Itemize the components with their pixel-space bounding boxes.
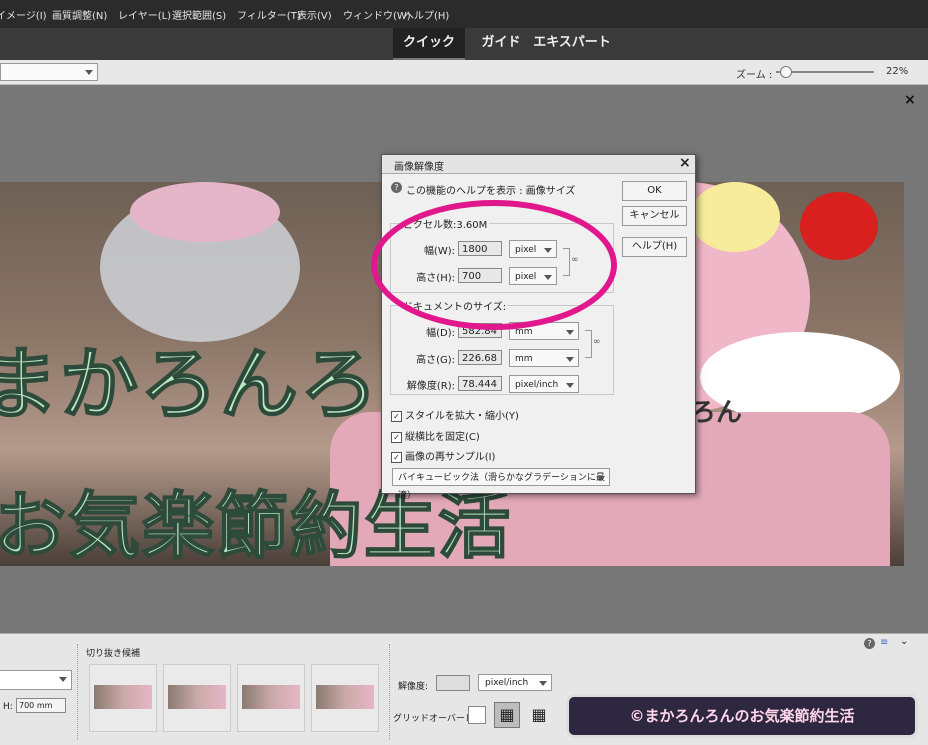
doc-height-field[interactable]: 226.68	[458, 350, 502, 365]
resample-label: 画像の再サンプル(I)	[405, 452, 496, 463]
close-icon[interactable]: ×	[904, 92, 916, 108]
crop-suggestions-label: 切り抜き候補	[86, 649, 141, 659]
thumbnail-image	[94, 685, 152, 709]
close-icon[interactable]: ×	[679, 155, 691, 171]
constrain-label: 縦横比を固定(C)	[405, 432, 480, 443]
resolution-field[interactable]	[436, 675, 470, 691]
resolution-label: 解像度:	[398, 682, 429, 692]
thumbnail-image	[168, 685, 226, 709]
checkbox-checked-icon: ✓	[391, 431, 402, 443]
divider	[77, 644, 79, 740]
preset-select[interactable]	[0, 670, 72, 690]
help-link[interactable]: この機能のヘルプを表示 : 画像サイズ	[406, 182, 575, 197]
ladybug-icon	[800, 192, 878, 260]
chevron-down-icon[interactable]: ⌄	[900, 636, 908, 647]
checkbox-checked-icon: ✓	[391, 451, 402, 463]
menu-filter[interactable]: フィルター(T)	[237, 7, 301, 22]
menu-select[interactable]: 選択範囲(S)	[172, 7, 226, 22]
resolution-unit-value: pixel/inch	[515, 380, 559, 390]
divider	[389, 644, 391, 740]
doc-height-unit-select[interactable]: mm	[509, 349, 579, 367]
help-circle-icon: ?	[391, 182, 402, 193]
zoom-slider-thumb[interactable]	[780, 66, 793, 78]
chain-link-icon: ∞	[593, 337, 601, 347]
scale-styles-checkbox[interactable]: ✓ スタイルを拡大・縮小(Y)	[391, 407, 519, 422]
chevron-down-icon	[539, 681, 547, 686]
chevron-down-icon	[59, 677, 67, 682]
constrain-proportions-checkbox[interactable]: ✓ 縦横比を固定(C)	[391, 428, 480, 443]
menu-layer[interactable]: レイヤー(L)	[118, 7, 171, 22]
list-options-icon[interactable]: ≡	[880, 637, 888, 648]
chevron-down-icon	[85, 70, 93, 75]
menu-window[interactable]: ウィンドウ(W)	[343, 7, 411, 22]
chevron-down-icon	[566, 330, 574, 335]
thumbnail-image	[316, 685, 374, 709]
tab-guided[interactable]: ガイド	[473, 28, 529, 58]
menu-view[interactable]: 表示(V)	[297, 7, 332, 22]
grid-fine-icon[interactable]: ▦	[530, 706, 548, 724]
cancel-button[interactable]: キャンセル	[622, 206, 687, 226]
grid-none-button[interactable]	[468, 706, 486, 724]
doc-height-label: 高さ(G):	[416, 355, 455, 366]
dialog-title: 画像解像度	[394, 162, 444, 173]
cupcake-top-shape	[130, 182, 280, 242]
grid-thirds-icon[interactable]: ▦	[494, 702, 520, 728]
resolution-unit-select[interactable]: pixel/inch	[509, 375, 579, 393]
options-bar: ズーム : 22%	[0, 60, 928, 85]
chevron-down-icon	[566, 357, 574, 362]
menu-adjust[interactable]: 画質調整(N)	[52, 7, 107, 22]
doc-width-label: 幅(D):	[426, 328, 455, 339]
chevron-down-icon	[597, 476, 605, 481]
chevron-down-icon	[566, 383, 574, 388]
crop-thumbnail-1[interactable]	[89, 664, 157, 732]
zoom-slider[interactable]	[776, 66, 874, 78]
mode-bar: クイック ガイド エキスパート	[0, 28, 928, 60]
resample-checkbox[interactable]: ✓ 画像の再サンプル(I)	[391, 448, 495, 463]
tab-quick[interactable]: クイック	[393, 28, 465, 60]
tab-expert[interactable]: エキスパート	[533, 28, 611, 58]
doc-height-unit-value: mm	[515, 354, 533, 364]
resolution-unit-select[interactable]: pixel/inch	[478, 674, 552, 691]
sticker-text: ろん	[690, 398, 743, 428]
menu-image[interactable]: イメージ(I)	[0, 7, 47, 22]
dialog-titlebar[interactable]: 画像解像度 ×	[382, 155, 695, 174]
zoom-value: 22%	[886, 66, 909, 77]
zoom-label: ズーム :	[736, 70, 773, 81]
crop-thumbnail-2[interactable]	[163, 664, 231, 732]
h-field[interactable]: 700 mm	[16, 698, 66, 713]
preset-dropdown[interactable]	[0, 63, 98, 81]
link-bracket	[585, 330, 592, 358]
menu-bar: イメージ(I) 画質調整(N) レイヤー(L) 選択範囲(S) フィルター(T)…	[0, 0, 928, 28]
resolution-field[interactable]: 78.444	[458, 376, 502, 391]
menu-help[interactable]: ヘルプ(H)	[404, 7, 449, 22]
crop-thumbnail-3[interactable]	[237, 664, 305, 732]
scale-styles-label: スタイルを拡大・縮小(Y)	[405, 411, 519, 422]
help-circle-icon[interactable]: ?	[864, 638, 875, 649]
help-button[interactable]: ヘルプ(H)	[622, 237, 687, 257]
resolution-unit-value: pixel/inch	[485, 678, 529, 688]
resolution-label: 解像度(R):	[406, 381, 455, 392]
ok-button[interactable]: OK	[622, 181, 687, 201]
watermark: ©まかろんろんのお気楽節約生活	[566, 694, 918, 738]
crop-thumbnail-4[interactable]	[311, 664, 379, 732]
thumbnail-image	[242, 685, 300, 709]
checkbox-checked-icon: ✓	[391, 410, 402, 422]
resample-method-select[interactable]: バイキュービック法（滑らかなグラデーションに最適）	[392, 468, 610, 501]
character-hair-shape	[690, 182, 780, 252]
highlight-ring	[371, 200, 617, 330]
h-label: H:	[3, 702, 13, 712]
